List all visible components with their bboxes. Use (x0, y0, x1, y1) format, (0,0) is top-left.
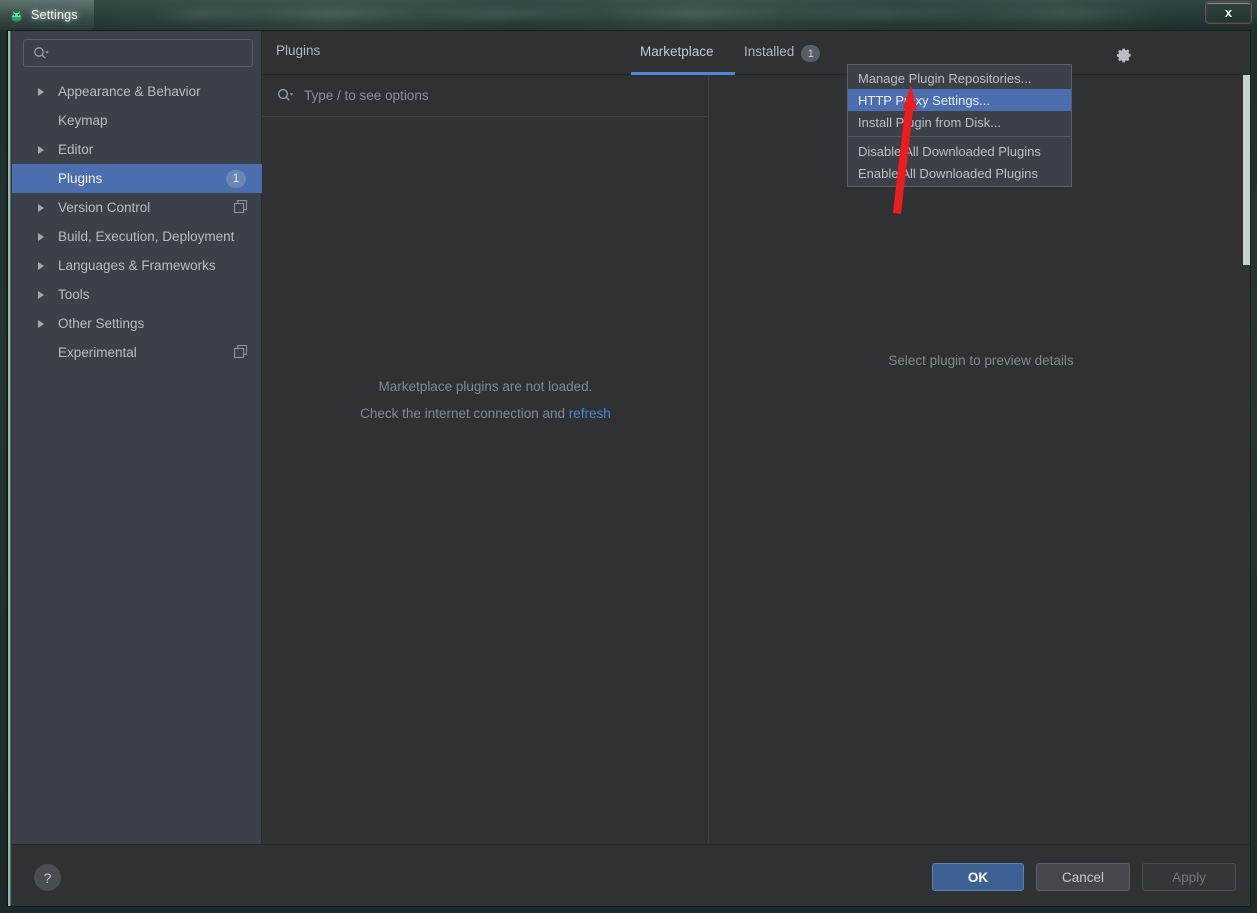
sidebar-item-languages-frameworks[interactable]: Languages & Frameworks (12, 251, 262, 280)
plugin-details-empty-state: Select plugin to preview details (888, 353, 1074, 368)
tab-marketplace[interactable]: Marketplace (640, 44, 714, 74)
sidebar-item-version-control[interactable]: Version Control (12, 193, 262, 222)
chevron-right-icon (38, 319, 44, 328)
sidebar-item-label: Build, Execution, Deployment (58, 229, 235, 244)
sidebar-item-label: Keymap (58, 113, 108, 128)
refresh-link[interactable]: refresh (569, 406, 611, 421)
apply-button-label: Apply (1172, 869, 1206, 885)
menu-item-label: Manage Plugin Repositories... (858, 70, 1032, 86)
menu-item-install-plugin-from-disk[interactable]: Install Plugin from Disk... (848, 111, 1071, 133)
search-icon (277, 88, 294, 103)
chevron-right-icon (38, 87, 44, 96)
chevron-right-icon (38, 145, 44, 154)
sidebar-item-build-execution-deployment[interactable]: Build, Execution, Deployment (12, 222, 262, 251)
sidebar-item-other-settings[interactable]: Other Settings (12, 309, 262, 338)
search-icon (33, 46, 49, 60)
plugin-search-placeholder: Type / to see options (304, 88, 429, 103)
menu-item-http-proxy-settings[interactable]: HTTP Proxy Settings... (848, 89, 1071, 111)
empty-state-line-1: Marketplace plugins are not loaded. (378, 379, 593, 394)
window-title: Settings (31, 8, 78, 22)
chevron-right-icon (38, 232, 44, 241)
empty-state-line-2: Check the internet connection and refres… (262, 400, 709, 427)
sidebar-item-editor[interactable]: Editor (12, 135, 262, 164)
sidebar-item-label: Editor (58, 142, 94, 157)
dialog-footer: ? OK Cancel Apply (12, 844, 1250, 906)
sidebar-item-label: Appearance & Behavior (58, 84, 201, 99)
title-bar (0, 0, 1257, 30)
menu-item-enable-all-downloaded-plugins[interactable]: Enable All Downloaded Plugins (848, 162, 1071, 184)
sidebar-plugins-badge: 1 (226, 169, 246, 188)
cancel-button[interactable]: Cancel (1036, 863, 1130, 891)
menu-item-label: Enable All Downloaded Plugins (858, 165, 1038, 181)
gear-icon[interactable] (1114, 45, 1134, 65)
tab-label: Installed (744, 44, 795, 59)
sidebar-item-list: Appearance & Behavior Keymap Editor Plug… (12, 77, 262, 367)
copy-icon (233, 344, 248, 361)
sidebar-item-label: Experimental (58, 345, 137, 360)
plugins-header: Plugins Marketplace Installed 1 (262, 31, 1250, 75)
sidebar-item-plugins[interactable]: Plugins 1 (12, 164, 262, 193)
ok-button-label: OK (967, 869, 989, 885)
vertical-scrollbar[interactable] (1243, 75, 1250, 265)
marketplace-plugin-list-pane: Type / to see options Marketplace plugin… (262, 75, 709, 844)
sidebar-item-experimental[interactable]: Experimental (12, 338, 262, 367)
tab-installed[interactable]: Installed 1 (744, 44, 821, 74)
cancel-button-label: Cancel (1061, 869, 1105, 885)
sidebar-item-label: Version Control (58, 200, 151, 215)
tab-installed-badge: 1 (801, 45, 821, 62)
page-title: Plugins (276, 43, 321, 58)
menu-separator (848, 136, 1071, 137)
plugin-details-pane: Select plugin to preview details (710, 75, 1250, 844)
menu-item-label: HTTP Proxy Settings... (858, 92, 990, 108)
sidebar-item-label: Languages & Frameworks (58, 258, 216, 273)
settings-sidebar: Appearance & Behavior Keymap Editor Plug… (12, 31, 262, 844)
plugin-settings-menu: Manage Plugin Repositories... HTTP Proxy… (847, 64, 1072, 187)
menu-item-manage-plugin-repositories[interactable]: Manage Plugin Repositories... (848, 67, 1071, 89)
ok-button[interactable]: OK (932, 863, 1024, 891)
window-frame: Settings x Appearance & Behavior Keymap … (0, 0, 1257, 913)
menu-item-label: Disable All Downloaded Plugins (858, 143, 1041, 159)
apply-button[interactable]: Apply (1142, 863, 1236, 891)
sidebar-item-appearance-behavior[interactable]: Appearance & Behavior (12, 77, 262, 106)
close-button[interactable]: x (1206, 2, 1251, 23)
chevron-right-icon (38, 261, 44, 270)
copy-icon (233, 199, 248, 216)
sidebar-item-label: Tools (58, 287, 90, 302)
sidebar-item-label: Other Settings (58, 316, 145, 331)
sidebar-item-label: Plugins (58, 171, 103, 186)
chevron-right-icon (38, 203, 44, 212)
sidebar-search-input[interactable] (23, 39, 253, 67)
help-button[interactable]: ? (34, 864, 61, 891)
android-studio-icon (9, 8, 24, 23)
marketplace-empty-state: Marketplace plugins are not loaded. Chec… (262, 373, 709, 427)
menu-item-disable-all-downloaded-plugins[interactable]: Disable All Downloaded Plugins (848, 140, 1071, 162)
tab-label: Marketplace (640, 44, 714, 59)
menu-item-label: Install Plugin from Disk... (858, 114, 1002, 130)
title-bar-left: Settings (0, 0, 94, 30)
empty-state-prefix: Check the internet connection and (360, 406, 569, 421)
plugin-search-input[interactable]: Type / to see options (262, 75, 709, 117)
chevron-right-icon (38, 290, 44, 299)
close-icon: x (1224, 5, 1233, 20)
sidebar-item-keymap[interactable]: Keymap (12, 106, 262, 135)
question-mark-icon: ? (43, 869, 52, 886)
sidebar-item-tools[interactable]: Tools (12, 280, 262, 309)
